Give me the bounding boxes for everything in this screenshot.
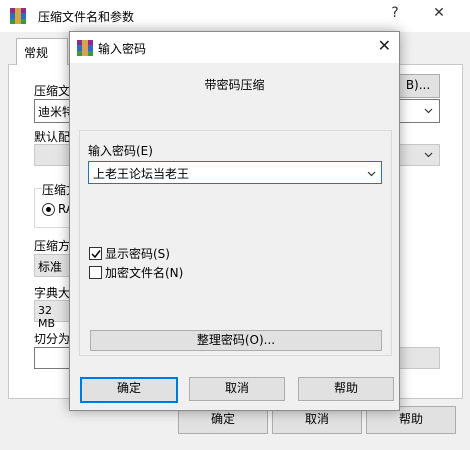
rar-format-radio[interactable] — [42, 203, 55, 216]
compression-method-value: 标准 — [38, 260, 63, 274]
help-button-label: 帮助 — [333, 381, 358, 395]
show-password-checkbox[interactable] — [89, 247, 102, 260]
tab-general[interactable]: 常规 — [16, 38, 68, 65]
archive-help-label: 帮助 — [398, 412, 423, 426]
password-label: 输入密码(E) — [88, 144, 153, 158]
close-icon[interactable]: ✕ — [424, 5, 454, 21]
dictionary-size-value: 32 MB — [38, 304, 56, 330]
encrypt-filenames-checkbox[interactable] — [89, 266, 102, 279]
chevron-down-icon[interactable] — [424, 150, 433, 159]
dialog-subtitle: 带密码压缩 — [204, 78, 265, 92]
show-password-label[interactable]: 显示密码(S) — [105, 245, 170, 262]
cancel-button-label: 取消 — [224, 381, 249, 395]
password-dialog-title: 输入密码 — [98, 42, 147, 56]
ok-button[interactable]: 确定 — [80, 377, 178, 403]
compression-method-label: 压缩方 — [34, 239, 71, 253]
help-button[interactable]: 帮助 — [298, 377, 394, 401]
manage-passwords-button[interactable]: 整理密码(O)... — [90, 330, 382, 351]
winrar-app-icon — [10, 8, 26, 24]
compression-method-combobox[interactable]: 标准 — [34, 254, 72, 277]
dictionary-size-combobox[interactable]: 32 MB — [34, 300, 72, 330]
archive-name-label: 压缩文 — [34, 84, 71, 98]
close-icon[interactable]: ✕ — [378, 36, 391, 55]
default-profile-label: 默认配 — [34, 130, 71, 144]
dictionary-size-label: 字典大 — [34, 286, 71, 300]
browse-button[interactable]: B)... — [396, 74, 440, 98]
archive-window-titlebar: 压缩文件名和参数 ? ✕ — [0, 0, 470, 32]
browse-button-label: B)... — [405, 78, 431, 92]
archive-window-title: 压缩文件名和参数 — [38, 10, 135, 24]
split-volumes-dropdown[interactable] — [398, 347, 440, 369]
split-volumes-combobox[interactable] — [34, 347, 72, 369]
tab-general-label: 常规 — [24, 46, 49, 60]
winrar-app-icon — [77, 40, 93, 56]
archive-ok-label: 确定 — [210, 412, 235, 426]
chevron-down-icon[interactable] — [424, 106, 433, 115]
chevron-down-icon[interactable] — [367, 169, 376, 178]
split-volumes-label: 切分为 — [34, 332, 71, 346]
manage-passwords-label: 整理密码(O)... — [196, 333, 276, 347]
password-combobox[interactable]: 上老王论坛当老王 — [88, 161, 382, 184]
password-value: 上老王论坛当老王 — [93, 167, 190, 181]
password-dialog-titlebar: 输入密码 ✕ — [70, 32, 399, 63]
checkmark-icon — [91, 250, 101, 259]
cancel-button[interactable]: 取消 — [189, 377, 285, 401]
help-icon[interactable]: ? — [380, 5, 410, 21]
ok-button-label: 确定 — [116, 381, 141, 395]
encrypt-filenames-label[interactable]: 加密文件名(N) — [105, 264, 183, 281]
password-dialog: 输入密码 ✕ 带密码压缩 输入密码(E) 上老王论坛当老王 显示密码(S) 加密… — [69, 31, 400, 411]
archive-cancel-label: 取消 — [304, 412, 329, 426]
